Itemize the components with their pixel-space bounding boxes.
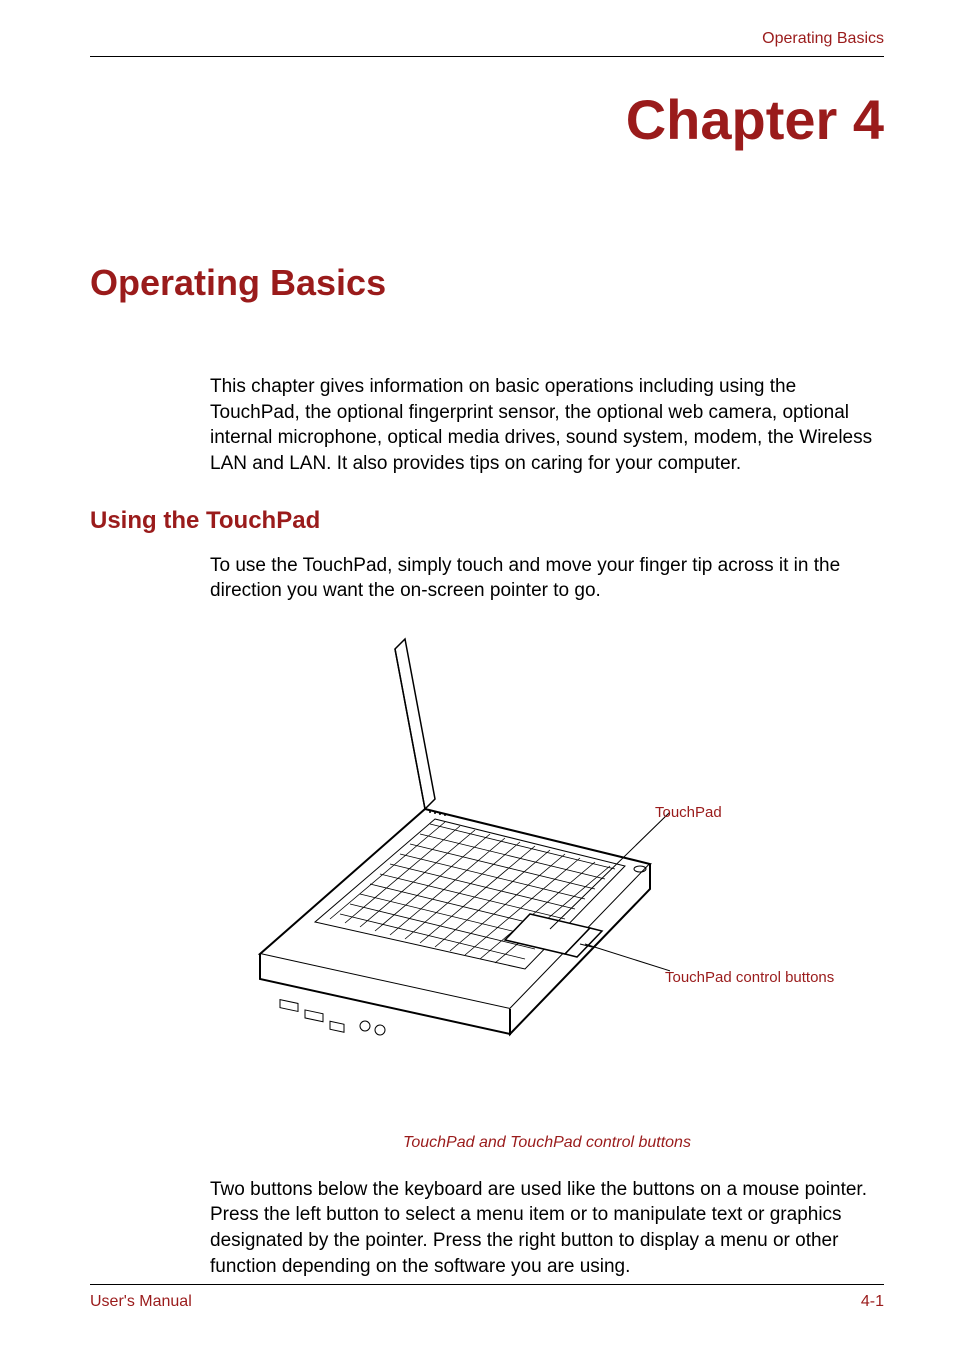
header-label: Operating Basics [90,30,884,48]
footer-left: User's Manual [90,1293,192,1311]
callout-touchpad-label: TouchPad [655,804,722,821]
laptop-illustration [230,634,670,1084]
footer-right: 4-1 [861,1293,884,1311]
subsection-title: Using the TouchPad [90,507,884,535]
subsection-body2: Two buttons below the keyboard are used … [210,1177,884,1280]
figure-caption: TouchPad and TouchPad control buttons [210,1134,884,1152]
subsection-intro: To use the TouchPad, simply touch and mo… [210,553,884,604]
page-footer: User's Manual 4-1 [90,1284,884,1311]
figure-container: TouchPad TouchPad control buttons [210,634,884,1114]
header-row: Operating Basics [90,30,884,57]
callout-buttons-label: TouchPad control buttons [665,969,834,986]
chapter-title: Chapter 4 [90,87,884,152]
section-title: Operating Basics [90,262,884,304]
section-intro: This chapter gives information on basic … [210,374,884,477]
